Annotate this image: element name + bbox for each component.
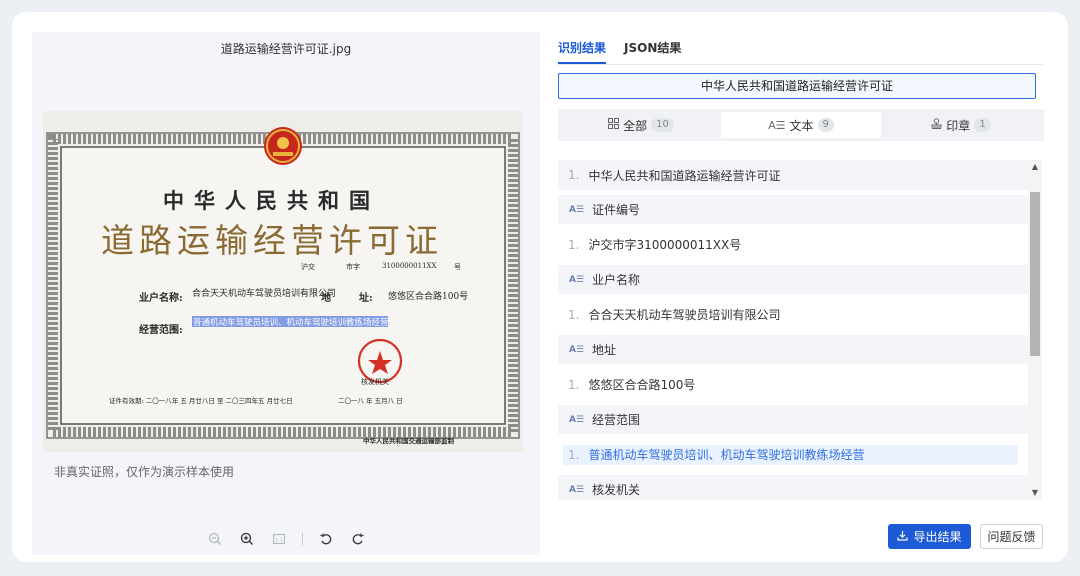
filter-text[interactable]: A☰ 文本 9 [721, 112, 881, 138]
filter-stamp[interactable]: 印章 1 [881, 112, 1041, 138]
section-title: 经营范围 [592, 413, 641, 427]
image-preview-panel: 道路运输经营许可证.jpg 中华人民共和国 道路运输经营许可证 沪交 市字 31… [32, 32, 540, 555]
text-icon: A☰ [569, 344, 585, 355]
cert-address-label-2: 址: [359, 293, 373, 304]
cert-title-country: 中华人民共和国 [163, 189, 380, 213]
filter-segmented-control: 全部 10 A☰ 文本 9 印章 1 [558, 109, 1044, 141]
app-frame: 道路运输经营许可证.jpg 中华人民共和国 道路运输经营许可证 沪交 市字 31… [12, 12, 1068, 562]
section-header-address: A☰ 地址 [558, 335, 1028, 364]
cert-footer: 中华人民共和国交通运输部监制 [363, 437, 454, 445]
image-toolbar: 1:1 [32, 529, 540, 549]
item-value: 悠悠区合合路100号 [588, 378, 696, 392]
cert-hao: 号 [454, 263, 461, 271]
text-icon: A☰ [569, 414, 585, 425]
list-item[interactable]: 1. 悠悠区合合路100号 [558, 364, 1028, 405]
result-list: 1. 中华人民共和国道路运输经营许可证 A☰ 证件编号 1. 沪交市字31000… [558, 160, 1028, 500]
item-number: 1. [568, 307, 580, 322]
stamp-icon [931, 118, 942, 132]
result-panel: 识别结果 JSON结果 中华人民共和国道路运输经营许可证 全部 10 A☰ 文本… [543, 32, 1055, 555]
filter-stamp-label: 印章 [946, 118, 971, 133]
filter-all-count: 10 [651, 118, 674, 132]
svg-text:1:1: 1:1 [274, 537, 282, 543]
rotate-left-icon[interactable] [317, 530, 335, 548]
section-title: 业户名称 [592, 273, 641, 287]
certificate-image: 中华人民共和国 道路运输经营许可证 沪交 市字 3100000011XX 号 业… [43, 111, 523, 452]
tab-divider [558, 64, 1043, 65]
cert-scope-value: 普通机动车驾驶员培训、机动车驾驶培训教练场经营 [193, 318, 388, 328]
section-header-cert-number: A☰ 证件编号 [558, 195, 1028, 224]
fit-icon[interactable]: 1:1 [270, 530, 288, 548]
section-header-business-name: A☰ 业户名称 [558, 265, 1028, 294]
cert-business-value: 合合天天机动车驾驶员培训有限公司 [192, 289, 337, 299]
text-icon: A☰ [768, 118, 786, 132]
filter-text-label: 文本 [789, 118, 814, 133]
export-results-button[interactable]: 导出结果 [888, 524, 971, 549]
section-title: 地址 [592, 343, 617, 357]
list-item-highlighted[interactable]: 1. 普通机动车驾驶员培训、机动车驾驶培训教练场经营 [558, 434, 1028, 475]
text-icon: A☰ [569, 484, 585, 495]
cert-address-value: 悠悠区合合路100号 [388, 292, 469, 302]
rotate-right-icon[interactable] [349, 530, 367, 548]
document-title[interactable]: 中华人民共和国道路运输经营许可证 [558, 73, 1036, 99]
grid-icon [608, 118, 620, 132]
export-label: 导出结果 [913, 530, 962, 544]
scroll-up-icon[interactable]: ▲ [1028, 160, 1042, 174]
item-number: 1. [568, 447, 580, 462]
scroll-down-icon[interactable]: ▼ [1028, 486, 1042, 500]
section-header-business-scope: A☰ 经营范围 [558, 405, 1028, 434]
result-scrollbar[interactable]: ▲ ▼ [1028, 160, 1042, 500]
filter-text-count: 9 [817, 118, 834, 132]
cert-seal-text: 核发机关 [361, 378, 389, 386]
list-item[interactable]: 1. 合合天天机动车驾驶员培训有限公司 [558, 294, 1028, 335]
tab-json-result[interactable]: JSON结果 [624, 39, 681, 64]
filter-all[interactable]: 全部 10 [561, 112, 721, 138]
scroll-thumb[interactable] [1030, 192, 1040, 356]
zoom-in-icon[interactable] [238, 530, 256, 548]
result-tabs: 识别结果 JSON结果 [558, 39, 681, 64]
toolbar-divider [301, 533, 303, 545]
list-item[interactable]: 1. 沪交市字3100000011XX号 [558, 224, 1028, 265]
text-icon: A☰ [569, 274, 585, 285]
item-number: 1. [568, 377, 580, 392]
cert-prefix: 沪交 [301, 263, 315, 271]
section-header-issuing-authority: A☰ 核发机关 [558, 475, 1028, 500]
section-title: 核发机关 [592, 483, 641, 497]
sample-note: 非真实证照，仅作为演示样本使用 [54, 465, 235, 479]
cert-zi: 市字 [346, 263, 360, 271]
item-value: 合合天天机动车驾驶员培训有限公司 [588, 308, 781, 322]
file-name: 道路运输经营许可证.jpg [220, 42, 352, 56]
download-icon [897, 530, 909, 544]
cert-title-main: 道路运输经营许可证 [101, 221, 443, 260]
zoom-out-icon[interactable] [206, 530, 224, 548]
cert-number: 3100000011XX [382, 262, 437, 270]
filter-stamp-count: 1 [974, 118, 991, 132]
cert-scope-label: 经营范围: [139, 325, 183, 336]
cert-address-label: 地 [321, 293, 331, 304]
cert-validity: 证件有效期: 二〇一八年 五 月廿八日 至 二〇三四年五 月廿七日 [109, 397, 293, 405]
filter-all-label: 全部 [623, 118, 648, 133]
item-number: 1. [568, 237, 580, 252]
item-value: 普通机动车驾驶员培训、机动车驾驶培训教练场经营 [588, 448, 865, 462]
section-title: 证件编号 [592, 203, 641, 217]
cert-business-label: 业户名称: [139, 293, 183, 304]
tab-recognition-result[interactable]: 识别结果 [558, 39, 607, 64]
feedback-button[interactable]: 问题反馈 [980, 524, 1043, 549]
cert-issue-date: 二〇一八 年 五月八 日 [338, 397, 403, 405]
list-item[interactable]: 1. 中华人民共和国道路运输经营许可证 [558, 160, 1028, 190]
item-value: 沪交市字3100000011XX号 [588, 238, 742, 252]
text-icon: A☰ [569, 204, 585, 215]
item-number: 1. [568, 168, 580, 182]
item-value: 中华人民共和国道路运输经营许可证 [588, 168, 781, 183]
